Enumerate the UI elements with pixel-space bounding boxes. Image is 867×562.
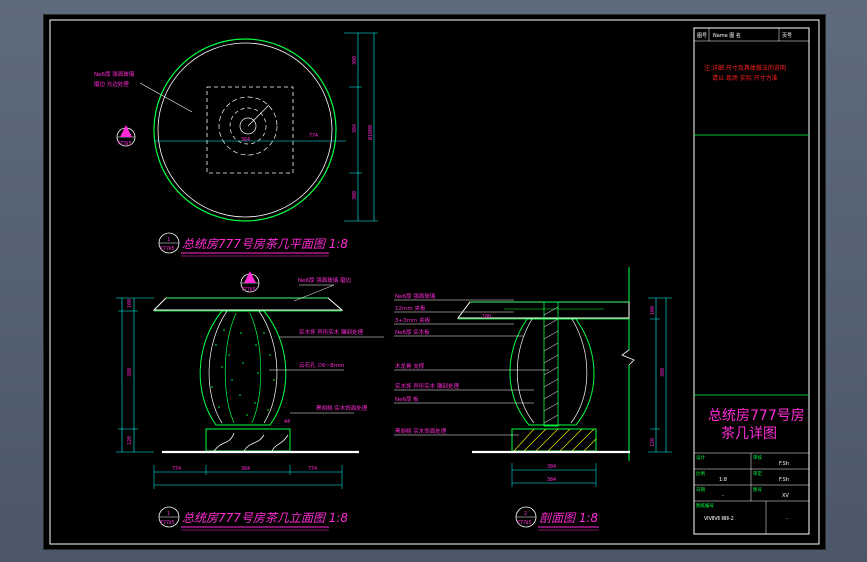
svg-text:120: 120 [650,438,656,447]
tb-row2-right-value: F.Sh [779,477,789,483]
elevation-plinth [205,428,291,452]
tb-row4-right: - [786,516,788,522]
tb-drawing-title-1: 总统房777号房 [708,408,805,424]
tb-row4-label: 图纸编号 [696,502,714,509]
section-title: 2 777Ⅱ5 剖面图 1:8 [515,506,599,531]
tb-note-2: 请以 现场 实际 尺寸为准 [712,74,778,82]
svg-text:777Ⅱ5: 777Ⅱ5 [241,287,256,293]
section-view: Ne6厚 强面玻璃 12mm 夹板 3+3mm 夹板 Ne6厚 实木板 木龙骨 … [394,267,672,531]
svg-text:1: 1 [167,237,170,243]
section-callout-6: 实木饰 异形实木 雕刻处理 [395,382,459,390]
svg-text:774: 774 [172,466,181,472]
tb-row1-left-label: 设计 [696,454,705,461]
tabletop-inner-circle [157,42,333,218]
tb-row3-left-value: - [722,493,724,499]
cad-viewport[interactable]: Ne6厚 强面玻璃 磨边 光边处理 384 774 300 384 300 Ø1… [43,14,826,550]
svg-text:380: 380 [127,368,133,377]
elevation-callout-4: 黑胡桃 实木饰面处理 [316,404,368,412]
svg-text:120: 120 [127,436,133,445]
plan-dim-v2: 384 [352,124,358,133]
tb-row4-value: ⅥⅦⅦ ⅡⅡⅡ-2 [704,516,734,522]
svg-text:777Ⅱ5: 777Ⅱ5 [160,246,175,252]
svg-text:100: 100 [127,299,133,308]
section-callout-7: Ne6厚 板 [395,395,419,403]
plan-dim-v3: 300 [352,191,358,200]
plan-dim-right: 774 [309,133,318,139]
tb-header-mid: Name 图 名 [713,32,741,39]
svg-text:384: 384 [547,464,556,470]
section-callout-4: Ne6厚 实木板 [395,328,430,336]
svg-text:777Ⅱ5: 777Ⅱ5 [117,141,132,147]
tb-header-right: 页号 [782,33,792,39]
tb-row2-right-label: 审定 [753,470,762,477]
tb-row1-right-value: F.Sh [779,461,789,467]
section-dim-top: 100 [482,314,491,320]
svg-text:1: 1 [124,131,127,137]
svg-text:774: 774 [308,466,317,472]
svg-text:100: 100 [650,306,656,315]
svg-text:1: 1 [167,511,170,517]
section-callout-2: 12mm 夹板 [395,304,426,312]
tb-header-left: 图号 [697,33,707,39]
svg-text:384: 384 [547,477,556,483]
tb-drawing-title-2: 茶几详图 [721,426,777,442]
base-square-dashed [206,86,294,174]
plan-dim-left: 384 [241,137,250,143]
section-callout-1: Ne6厚 强面玻璃 [395,292,436,300]
elevation-view: Ne6厚 强面玻璃 磨边 实木饰 异形实木 雕刻处理 云石孔 ∅6~8mm 黑胡… [116,271,384,531]
title-block: 图号 Name 图 名 页号 注:详细 尺寸及具体做法的说明 请以 现场 实际 … [693,27,810,535]
plan-callout-1: Ne6厚 强面玻璃 [94,70,135,78]
elevation-title: 1 777Ⅱ5 总统房777号房茶几立面图 1:8 [158,506,348,531]
tb-row2-left-value: 1:8 [719,477,727,483]
elevation-base-outer [199,310,287,426]
plan-title: 1 777Ⅱ5 总统房777号房茶几平面图 1:8 [158,232,348,257]
section-callout-5: 木龙骨 支撑 [395,362,425,370]
plan-dim-total: Ø1000 [367,125,374,140]
section-base-outer [509,318,595,426]
plan-dim-v1: 300 [352,56,358,65]
svg-text:777Ⅱ5: 777Ⅱ5 [160,520,175,526]
tabletop-outer-circle [153,38,337,222]
svg-text:2: 2 [248,277,251,283]
drawing-canvas[interactable]: Ne6厚 强面玻璃 磨边 光边处理 384 774 300 384 300 Ø1… [44,15,825,549]
plan-callout-2: 磨边 光边处理 [94,80,129,88]
elevation-dim-base: 44 [284,419,290,425]
elevation-section-marker[interactable]: 2 777Ⅱ5 [240,271,260,293]
svg-text:777Ⅱ5: 777Ⅱ5 [517,520,532,526]
callout-leader [139,82,193,113]
svg-text:2: 2 [524,511,527,517]
section-callout-8: 黑胡桃 实木饰面处理 [395,427,447,435]
elevation-callout-2: 实木饰 异形实木 雕刻处理 [299,328,363,336]
plan-section-marker[interactable]: 1 777Ⅱ5 [116,125,136,147]
section-center-post [543,301,559,427]
svg-text:384: 384 [241,466,250,472]
plan-view: Ne6厚 强面玻璃 磨边 光边处理 384 774 300 384 300 Ø1… [94,32,378,257]
section-title-text: 剖面图 1:8 [539,511,598,525]
elevation-speckles [211,329,275,416]
svg-text:380: 380 [660,368,666,377]
tb-row2-left-label: 比例 [696,470,705,477]
plan-title-text: 总统房777号房茶几平面图 1:8 [182,237,348,251]
elevation-callout-1: Ne6厚 强面玻璃 磨边 [298,276,351,284]
tb-row3-right-value: XV [782,493,789,499]
tb-row1-right-label: 审核 [753,454,762,461]
tb-row3-left-label: 日期 [696,487,705,493]
elevation-callout-3: 云石孔 ∅6~8mm [299,361,344,369]
tb-note-1: 注:详细 尺寸及具体做法的说明 [704,64,786,72]
section-callout-3: 3+3mm 夹板 [395,316,431,324]
elevation-title-text: 总统房777号房茶几立面图 1:8 [182,511,348,525]
elevation-tabletop [152,297,344,311]
drawing-border [49,19,820,545]
tb-row3-right-label: 图号 [753,487,762,493]
